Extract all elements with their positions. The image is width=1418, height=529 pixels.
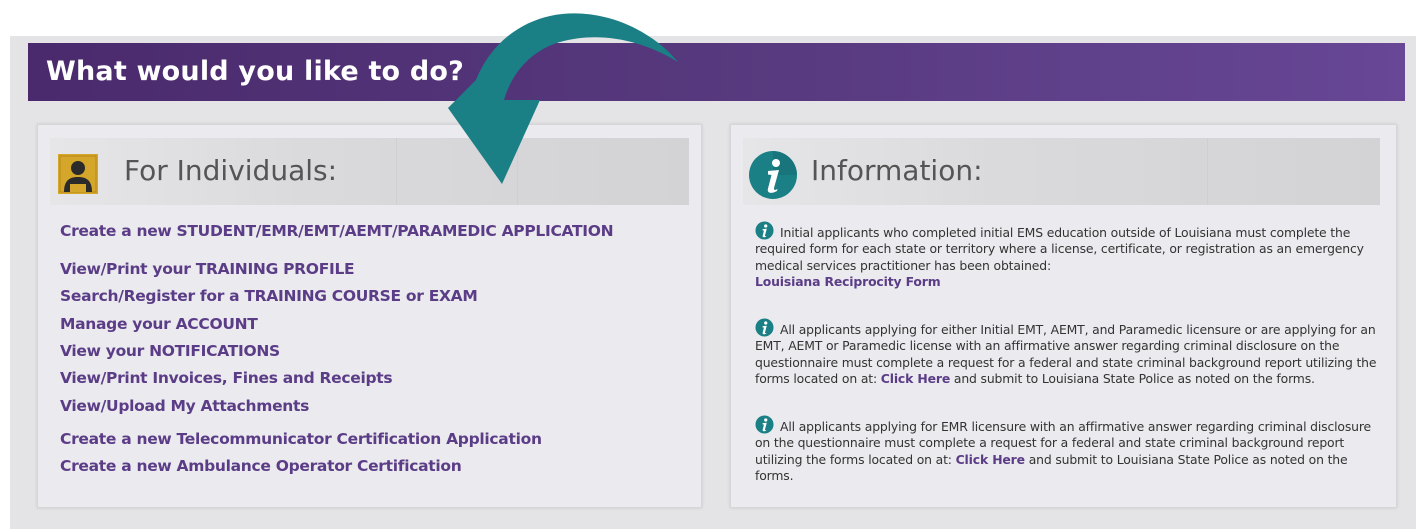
link-invoices[interactable]: View/Print Invoices, Fines and Receipts xyxy=(60,368,393,388)
header-divider xyxy=(517,138,518,205)
info-block-background-check: All applicants applying for either Initi… xyxy=(755,318,1387,388)
reciprocity-form-link[interactable]: Louisiana Reciprocity Form xyxy=(755,274,941,289)
link-manage-account[interactable]: Manage your ACCOUNT xyxy=(60,314,258,334)
info-icon xyxy=(755,318,774,337)
info-text: Initial applicants who completed initial… xyxy=(755,225,1364,273)
content-area: What would you like to do? For Individua… xyxy=(10,36,1416,529)
info-icon xyxy=(755,415,774,434)
information-panel-header: Information: xyxy=(743,138,1380,205)
click-here-link[interactable]: Click Here xyxy=(956,452,1025,467)
click-here-link[interactable]: Click Here xyxy=(881,371,950,386)
link-ambulance-operator[interactable]: Create a new Ambulance Operator Certific… xyxy=(60,456,462,476)
info-block-reciprocity: Initial applicants who completed initial… xyxy=(755,221,1387,291)
information-panel: Information: Initial applicants who comp… xyxy=(730,124,1397,508)
info-text: and submit to Louisiana State Police as … xyxy=(953,371,1315,387)
page-header: What would you like to do? xyxy=(28,43,1405,101)
individuals-title: For Individuals: xyxy=(124,154,338,187)
individuals-panel-header: For Individuals: xyxy=(50,138,689,205)
link-training-profile[interactable]: View/Print your TRAINING PROFILE xyxy=(60,259,355,279)
header-divider xyxy=(396,138,397,205)
link-attachments[interactable]: View/Upload My Attachments xyxy=(60,396,309,416)
link-telecommunicator[interactable]: Create a new Telecommunicator Certificat… xyxy=(60,429,542,449)
link-register-course[interactable]: Search/Register for a TRAINING COURSE or… xyxy=(60,286,478,306)
information-title: Information: xyxy=(811,154,983,187)
individuals-panel: For Individuals: Create a new STUDENT/EM… xyxy=(37,124,702,508)
info-icon xyxy=(749,151,797,199)
link-notifications[interactable]: View your NOTIFICATIONS xyxy=(60,341,280,361)
header-divider xyxy=(1207,138,1208,205)
page-title: What would you like to do? xyxy=(46,56,465,87)
person-icon xyxy=(58,154,98,194)
info-block-emr: All applicants applying for EMR licensur… xyxy=(755,415,1387,485)
info-icon xyxy=(755,221,774,240)
link-create-application[interactable]: Create a new STUDENT/EMR/EMT/AEMT/PARAME… xyxy=(60,221,614,241)
